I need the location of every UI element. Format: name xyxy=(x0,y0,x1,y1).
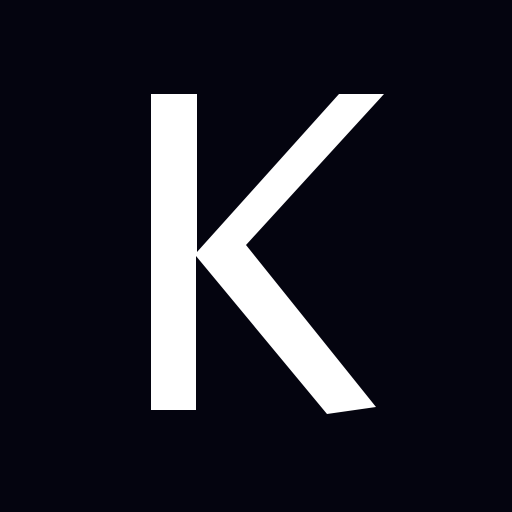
app-icon: K xyxy=(0,0,512,512)
k-logo-icon xyxy=(0,0,512,512)
logo-background xyxy=(0,0,512,512)
